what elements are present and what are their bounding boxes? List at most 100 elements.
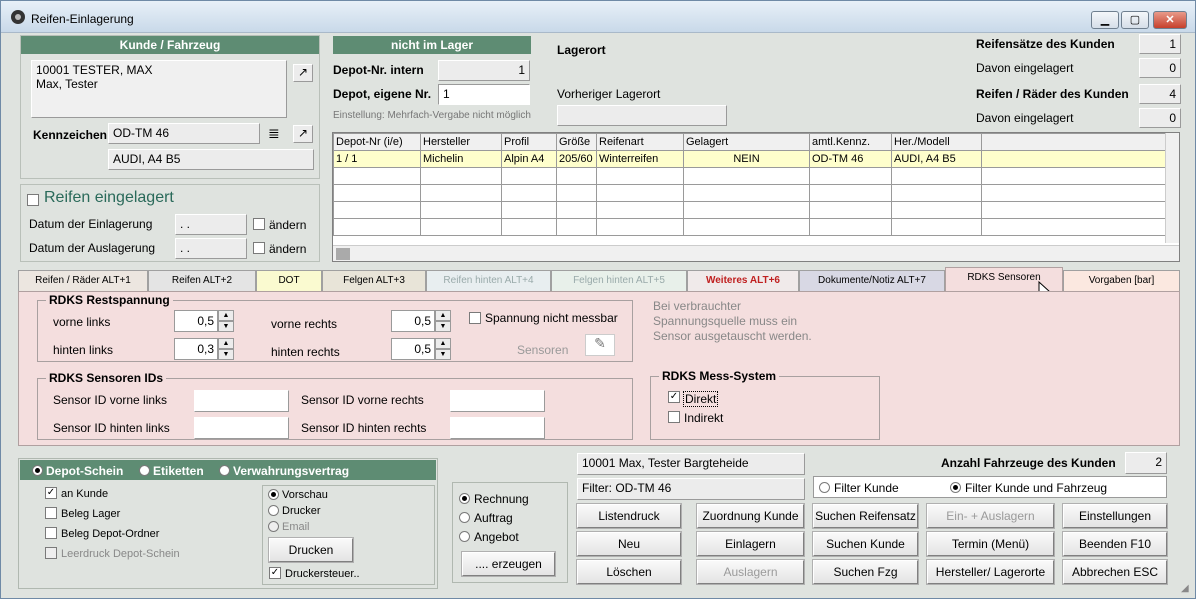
spin-down-icon[interactable]: ▼	[218, 321, 234, 332]
date-in-field[interactable]: . .	[175, 214, 247, 235]
verwahrung-radio[interactable]	[219, 465, 230, 476]
minimize-button[interactable]: ▁	[1091, 11, 1119, 29]
hersteller-lagerorte-button[interactable]: Hersteller/ Lagerorte	[926, 559, 1055, 585]
rear-right-value[interactable]: 0,5	[391, 338, 435, 360]
neu-button[interactable]: Neu	[576, 531, 682, 557]
date-in-change-checkbox[interactable]	[253, 218, 265, 230]
front-left-value[interactable]: 0,5	[174, 310, 218, 332]
an-kunde-checkbox[interactable]: ✓	[45, 487, 57, 499]
rear-left-spinner[interactable]: 0,3 ▲ ▼	[174, 338, 234, 360]
col-header[interactable]: Profil	[501, 133, 557, 151]
col-header[interactable]: Größe	[556, 133, 597, 151]
erzeugen-button[interactable]: .... erzeugen	[461, 551, 556, 577]
edit-vehicle-icon[interactable]: ↗	[293, 125, 313, 143]
beleg-lager-checkbox[interactable]	[45, 507, 57, 519]
vorschau-radio[interactable]	[268, 489, 279, 500]
col-header[interactable]: Gelagert	[683, 133, 810, 151]
print-button[interactable]: Drucken	[268, 537, 354, 563]
front-left-spinner[interactable]: 0,5 ▲ ▼	[174, 310, 234, 332]
maximize-button[interactable]: ▢	[1121, 11, 1149, 29]
spin-up-icon[interactable]: ▲	[218, 338, 234, 349]
spin-down-icon[interactable]: ▼	[435, 321, 451, 332]
beleg-ordner-checkbox[interactable]	[45, 527, 57, 539]
depot-grid[interactable]: Depot-Nr (i/e) Hersteller Profil Größe R…	[332, 132, 1180, 262]
druckersteuer-checkbox[interactable]: ✓	[269, 567, 281, 579]
indirect-checkbox[interactable]	[668, 411, 680, 423]
col-header[interactable]: amtl.Kennz.	[809, 133, 892, 151]
table-row[interactable]	[333, 218, 1167, 236]
col-header[interactable]: Her./Modell	[891, 133, 982, 151]
etiketten-radio[interactable]	[139, 465, 150, 476]
grid-vscrollbar[interactable]	[1165, 133, 1179, 243]
leerdruck-checkbox[interactable]	[45, 547, 57, 559]
table-row[interactable]: 1 / 1 Michelin Alpin A4 205/60 Winterrei…	[333, 150, 1167, 168]
date-out-change-checkbox[interactable]	[253, 242, 265, 254]
loeschen-button[interactable]: Löschen	[576, 559, 682, 585]
list-icon[interactable]: ≣	[268, 126, 280, 140]
filter-customer-radio[interactable]	[819, 482, 830, 493]
front-right-spinner[interactable]: 0,5 ▲ ▼	[391, 310, 451, 332]
tab-felgen[interactable]: Felgen ALT+3	[322, 270, 426, 291]
stored-checkbox[interactable]	[27, 194, 39, 206]
spin-up-icon[interactable]: ▲	[435, 310, 451, 321]
table-row[interactable]	[333, 201, 1167, 219]
spin-down-icon[interactable]: ▼	[435, 349, 451, 360]
table-row[interactable]	[333, 184, 1167, 202]
id-rear-left-field[interactable]	[194, 417, 289, 439]
col-header[interactable]: Reifenart	[596, 133, 684, 151]
listendruck-button[interactable]: Listendruck	[576, 503, 682, 529]
col-header[interactable]: Depot-Nr (i/e)	[333, 133, 421, 151]
grid-hscrollbar[interactable]	[333, 245, 1179, 261]
rechnung-radio[interactable]	[459, 493, 470, 504]
direct-checkbox[interactable]: ✓	[668, 391, 680, 403]
suchen-reifensatz-button[interactable]: Suchen Reifensatz	[812, 503, 919, 529]
filter-customer-vehicle-radio[interactable]	[950, 482, 961, 493]
drucker-radio[interactable]	[268, 505, 279, 516]
sensor-tool-icon[interactable]: ✎	[585, 334, 615, 356]
not-measurable-checkbox[interactable]	[469, 312, 481, 324]
suchen-fzg-button[interactable]: Suchen Fzg	[812, 559, 919, 585]
tab-vorgaben[interactable]: Vorgaben [bar]	[1063, 270, 1180, 291]
spin-up-icon[interactable]: ▲	[218, 310, 234, 321]
customer-address[interactable]: 10001 TESTER, MAX Max, Tester	[31, 60, 287, 118]
previous-location-field[interactable]	[557, 105, 727, 126]
suchen-kunde-button[interactable]: Suchen Kunde	[812, 531, 919, 557]
tab-dokumente[interactable]: Dokumente/Notiz ALT+7	[799, 270, 945, 291]
einlagern-button[interactable]: Einlagern	[696, 531, 805, 557]
id-rear-right-field[interactable]	[450, 417, 545, 439]
tab-reifen[interactable]: Reifen ALT+2	[148, 270, 256, 291]
resize-grip-icon[interactable]: ◢	[1181, 583, 1193, 595]
rear-right-spinner[interactable]: 0,5 ▲ ▼	[391, 338, 451, 360]
id-front-right-field[interactable]	[450, 390, 545, 412]
depot-intern-field[interactable]: 1	[438, 60, 530, 81]
beenden-button[interactable]: Beenden F10	[1062, 531, 1168, 557]
tab-dot[interactable]: DOT	[256, 270, 322, 291]
rear-left-value[interactable]: 0,3	[174, 338, 218, 360]
auftrag-radio[interactable]	[459, 512, 470, 523]
depot-schein-radio[interactable]	[32, 465, 43, 476]
edit-address-icon[interactable]: ↗	[293, 64, 313, 82]
front-right-value[interactable]: 0,5	[391, 310, 435, 332]
termin-button[interactable]: Termin (Menü)	[926, 531, 1055, 557]
tab-felgen-hinten[interactable]: Felgen hinten ALT+5	[551, 270, 687, 291]
table-row[interactable]	[333, 167, 1167, 185]
angebot-radio[interactable]	[459, 531, 470, 542]
tab-reifen-raeder[interactable]: Reifen / Räder ALT+1	[18, 270, 148, 291]
spin-down-icon[interactable]: ▼	[218, 349, 234, 360]
vehicle-field[interactable]: AUDI, A4 B5	[108, 149, 314, 170]
zuordnung-kunde-button[interactable]: Zuordnung Kunde	[696, 503, 805, 529]
einstellungen-button[interactable]: Einstellungen	[1062, 503, 1168, 529]
ein-auslagern-button[interactable]: Ein- + Auslagern	[926, 503, 1055, 529]
kennzeichen-field[interactable]: OD-TM 46	[108, 123, 260, 144]
tab-weiteres[interactable]: Weiteres ALT+6	[687, 270, 799, 291]
abbrechen-button[interactable]: Abbrechen ESC	[1062, 559, 1168, 585]
auslagern-button[interactable]: Auslagern	[696, 559, 805, 585]
spin-up-icon[interactable]: ▲	[435, 338, 451, 349]
email-radio[interactable]	[268, 521, 279, 532]
scroll-left-arrow[interactable]	[336, 248, 350, 260]
date-out-field[interactable]: . .	[175, 238, 247, 259]
close-button[interactable]: ✕	[1153, 11, 1187, 29]
depot-own-field[interactable]: 1	[438, 84, 530, 105]
id-front-left-field[interactable]	[194, 390, 289, 412]
col-header[interactable]: Hersteller	[420, 133, 502, 151]
